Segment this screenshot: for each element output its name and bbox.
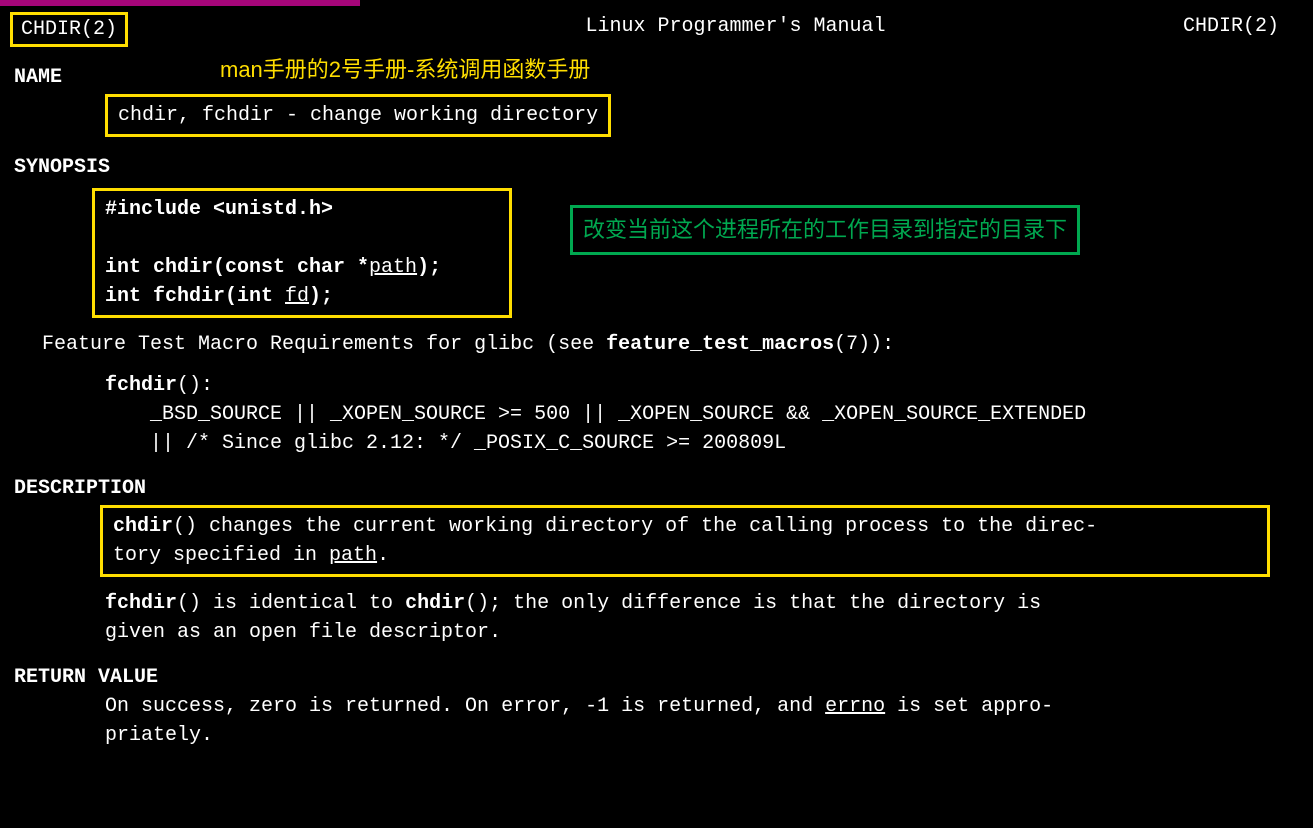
name-text: chdir, fchdir - change working directory bbox=[105, 94, 611, 137]
synopsis-box: #include <unistd.h> int chdir(const char… bbox=[92, 188, 512, 318]
section-synopsis-heading: SYNOPSIS bbox=[0, 153, 1313, 182]
section-name-heading: NAME bbox=[0, 63, 1313, 92]
synopsis-include: #include <unistd.h> bbox=[105, 198, 333, 221]
feature-test-intro: Feature Test Macro Requirements for glib… bbox=[0, 330, 1313, 359]
feature-test-line2: || /* Since glibc 2.12: */ _POSIX_C_SOUR… bbox=[0, 429, 1313, 458]
annotation-manual-section: man手册的2号手册-系统调用函数手册 bbox=[220, 54, 590, 86]
return-value-text: On success, zero is returned. On error, … bbox=[105, 692, 1275, 750]
section-description-heading: DESCRIPTION bbox=[0, 474, 1313, 503]
manpage-title: Linux Programmer's Manual bbox=[585, 12, 885, 47]
section-return-heading: RETURN VALUE bbox=[0, 663, 1313, 692]
synopsis-proto-chdir: int chdir(const char *path); bbox=[105, 253, 499, 282]
manpage-header: CHDIR(2) Linux Programmer's Manual CHDIR… bbox=[0, 6, 1313, 47]
description-fchdir: fchdir() is identical to chdir(); the on… bbox=[105, 589, 1275, 647]
feature-test-func: fchdir(): bbox=[0, 371, 1313, 400]
annotation-description-cn: 改变当前这个进程所在的工作目录到指定的目录下 bbox=[570, 205, 1080, 255]
manpage-ref-left: CHDIR(2) bbox=[10, 12, 128, 47]
manpage-ref-right: CHDIR(2) bbox=[1183, 12, 1279, 47]
feature-test-line1: _BSD_SOURCE || _XOPEN_SOURCE >= 500 || _… bbox=[0, 400, 1313, 429]
synopsis-proto-fchdir: int fchdir(int fd); bbox=[105, 282, 499, 311]
description-chdir-box: chdir() changes the current working dire… bbox=[100, 505, 1270, 577]
